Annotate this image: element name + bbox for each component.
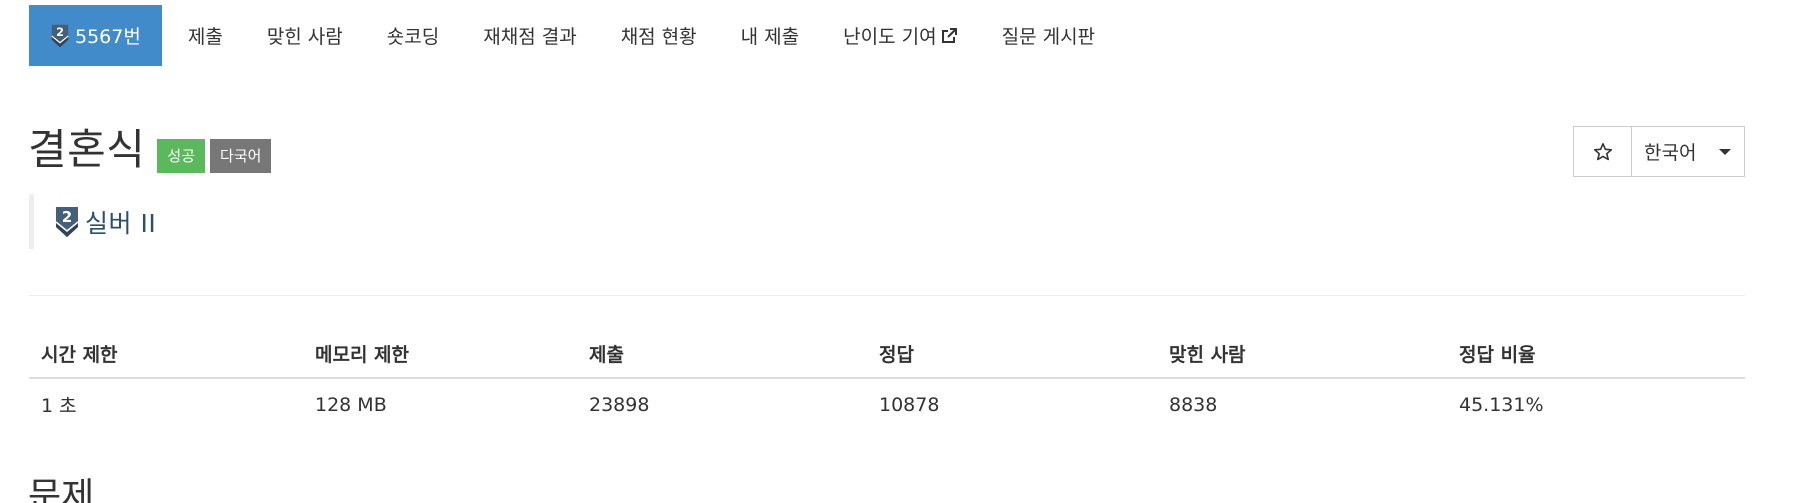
- tab-my-submissions[interactable]: 내 제출: [719, 5, 821, 66]
- tab-solved-users[interactable]: 맞힌 사람: [245, 5, 365, 66]
- svg-text:2: 2: [62, 208, 72, 226]
- header-time-limit: 시간 제한: [29, 330, 303, 379]
- language-select[interactable]: 한국어: [1631, 126, 1745, 177]
- time-limit-value: 1 초: [41, 395, 77, 417]
- header-accept-ratio: 정답 비율: [1447, 330, 1745, 379]
- tab-question-board-label: 질문 게시판: [1001, 26, 1096, 48]
- svg-text:2: 2: [56, 26, 64, 39]
- language-select-value: 한국어: [1644, 142, 1697, 164]
- table-row: 1 초 128 MB 23898 10878 8838 45.131%: [29, 378, 1745, 430]
- tab-short-coding-label: 숏코딩: [386, 26, 440, 48]
- star-outline-icon: [1593, 142, 1612, 160]
- submissions-value: 23898: [589, 393, 650, 416]
- tab-difficulty-contribution[interactable]: 난이도 기여: [821, 5, 979, 66]
- header-memory-limit: 메모리 제한: [303, 330, 577, 379]
- tab-status[interactable]: 채점 현황: [599, 5, 719, 66]
- tab-my-submissions-label: 내 제출: [740, 26, 800, 48]
- favorite-button[interactable]: [1573, 126, 1631, 177]
- solved-users-value: 8838: [1169, 393, 1218, 416]
- problem-page: 2 5567번 제출 맞힌 사람 숏코딩 재채점 결과 채점 현황 내 제출 난…: [0, 0, 1802, 503]
- tab-submit-label: 제출: [187, 26, 223, 48]
- problem-tier: 2 실버 II: [29, 194, 156, 249]
- multilingual-badge: 다국어: [210, 139, 272, 173]
- tab-status-label: 채점 현황: [620, 26, 697, 48]
- tab-rejudge-result-label: 재채점 결과: [483, 26, 577, 48]
- header-accepted: 정답: [867, 330, 1157, 379]
- silver-tier-icon: 2: [51, 24, 69, 47]
- accepted-value: 10878: [879, 393, 940, 416]
- header-submissions: 제출: [577, 330, 867, 379]
- tab-solved-users-label: 맞힌 사람: [266, 26, 343, 48]
- accept-ratio-value: 45.131%: [1459, 393, 1544, 416]
- tab-problem-label: 5567번: [75, 26, 141, 48]
- tab-short-coding[interactable]: 숏코딩: [365, 5, 461, 66]
- memory-limit-value: 128 MB: [315, 393, 387, 416]
- problem-description-heading: 문제: [28, 476, 95, 503]
- tab-question-board[interactable]: 질문 게시판: [980, 5, 1117, 66]
- problem-info-table: 시간 제한 메모리 제한 제출 정답 맞힌 사람 정답 비율 1 초 128 M…: [29, 330, 1745, 430]
- header-solved-users: 맞힌 사람: [1157, 330, 1447, 379]
- tier-name: 실버 II: [85, 208, 157, 238]
- tab-problem[interactable]: 2 5567번: [29, 5, 162, 66]
- tab-difficulty-contribution-label: 난이도 기여: [843, 26, 937, 48]
- problem-title-row: 결혼식 성공 다국어: [28, 125, 272, 175]
- chevron-down-icon: [1719, 148, 1731, 155]
- tab-rejudge-result[interactable]: 재채점 결과: [461, 5, 598, 66]
- silver-tier-icon: 2: [55, 206, 79, 237]
- solved-badge: 성공: [157, 139, 206, 173]
- problem-actions: 한국어: [1573, 126, 1745, 177]
- problem-menu: 2 5567번 제출 맞힌 사람 숏코딩 재채점 결과 채점 현황 내 제출 난…: [29, 5, 1117, 66]
- section-divider: [29, 295, 1745, 296]
- tab-submit[interactable]: 제출: [166, 5, 245, 66]
- problem-title: 결혼식: [28, 125, 146, 174]
- external-link-icon: [941, 27, 957, 43]
- table-header-row: 시간 제한 메모리 제한 제출 정답 맞힌 사람 정답 비율: [29, 330, 1745, 379]
